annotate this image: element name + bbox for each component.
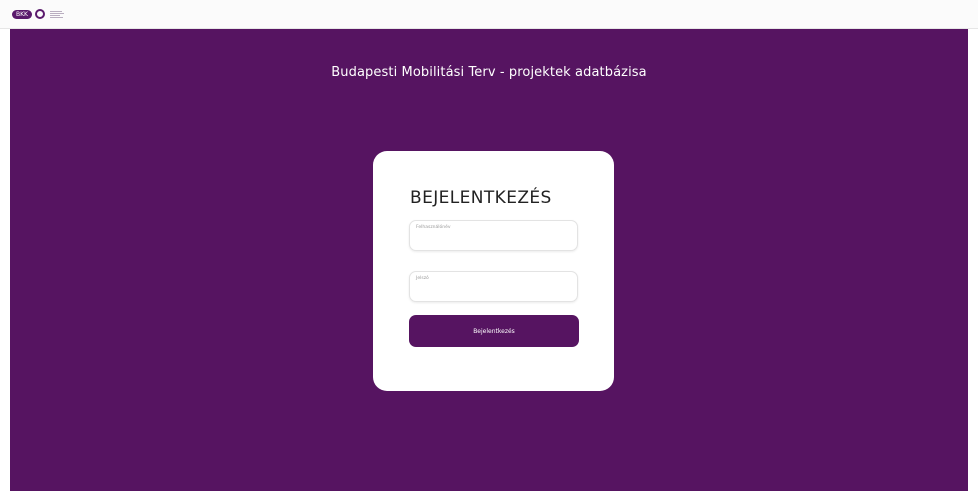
top-bar: BKK [0,0,978,29]
logo-lines-icon [50,10,64,18]
logo[interactable]: BKK [12,9,64,19]
logo-circle-icon [35,9,45,19]
username-field[interactable]: Felhasználónév [409,220,578,251]
main-area: Budapesti Mobilitási Terv - projektek ad… [10,29,968,491]
login-button[interactable]: Bejelentkezés [409,315,579,347]
login-card: BEJELENTKEZÉS Felhasználónév Jelszó Beje… [373,151,614,391]
page-title: Budapesti Mobilitási Terv - projektek ad… [331,65,647,80]
password-label: Jelszó [416,276,429,281]
logo-badge: BKK [12,9,32,19]
login-heading: BEJELENTKEZÉS [410,188,552,208]
password-field[interactable]: Jelszó [409,271,578,302]
username-input[interactable] [414,233,573,247]
password-input[interactable] [414,284,573,298]
username-label: Felhasználónév [416,225,451,230]
